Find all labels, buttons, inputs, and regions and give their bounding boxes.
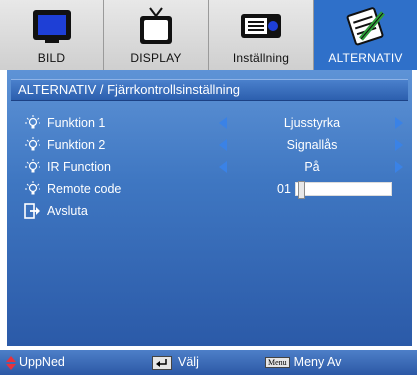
- row-value: Signallås: [286, 138, 338, 152]
- row-label: Remote code: [47, 182, 122, 196]
- row-value: Ljusstyrka: [283, 116, 341, 130]
- menu-row-funktion-2[interactable]: Funktion 2 Signallås: [7, 135, 412, 155]
- row-label: Avsluta: [47, 204, 88, 218]
- left-arrow-icon[interactable]: [219, 117, 227, 129]
- bulb-icon: [25, 181, 40, 195]
- menu-off-label: Meny Av: [293, 355, 342, 369]
- exit-icon: [24, 203, 40, 219]
- row-value: På: [304, 160, 320, 174]
- left-arrow-icon[interactable]: [219, 161, 227, 173]
- panel-title-bar: ALTERNATIV / Fjärrkontrollsinställning: [11, 79, 408, 101]
- tab-bar: BILD DISPLAY Inställning ALTERNATIV: [0, 0, 417, 70]
- tab-label: DISPLAY: [130, 51, 182, 65]
- slider-value: 01: [277, 182, 291, 196]
- updown-hint: UppNed: [6, 355, 65, 370]
- right-arrow-icon[interactable]: [395, 161, 403, 173]
- projector-icon: [231, 6, 291, 46]
- bulb-icon: [25, 159, 40, 173]
- menu-row-ir-function[interactable]: IR Function På: [7, 157, 412, 177]
- tab-bild[interactable]: BILD: [0, 0, 104, 70]
- bulb-icon: [25, 137, 40, 151]
- slider-knob[interactable]: [298, 181, 305, 199]
- menu-row-remote-code[interactable]: Remote code 01: [7, 179, 412, 199]
- updown-label: UppNed: [19, 355, 65, 369]
- menu-key-icon: Menu: [265, 357, 290, 369]
- tab-installning[interactable]: Inställning: [209, 0, 314, 70]
- settings-panel: ALTERNATIV / Fjärrkontrollsinställning F…: [7, 70, 412, 346]
- tab-display[interactable]: DISPLAY: [104, 0, 209, 70]
- right-arrow-icon[interactable]: [395, 117, 403, 129]
- notepad-pen-icon: [336, 6, 396, 46]
- tv-icon: [126, 6, 186, 46]
- enter-key-icon: [152, 355, 172, 370]
- select-hint: Välj: [152, 355, 199, 370]
- menu-row-funktion-1[interactable]: Funktion 1 Ljusstyrka: [7, 113, 412, 133]
- tab-label: BILD: [37, 51, 66, 65]
- updown-arrow-icon: [6, 355, 16, 370]
- row-label: IR Function: [47, 160, 111, 174]
- monitor-icon: [22, 6, 82, 46]
- bulb-icon: [25, 115, 40, 129]
- row-label: Funktion 1: [47, 116, 106, 130]
- tab-label: Inställning: [232, 51, 290, 65]
- row-label: Funktion 2: [47, 138, 106, 152]
- tab-alternativ[interactable]: ALTERNATIV: [314, 0, 417, 70]
- menu-row-avsluta[interactable]: Avsluta: [7, 201, 412, 221]
- menu-off-hint: Menu Meny Av: [265, 355, 341, 369]
- footer-hint-bar: UppNed Välj Menu Meny Av: [0, 350, 417, 375]
- page-title: ALTERNATIV / Fjärrkontrollsinställning: [18, 82, 241, 97]
- remote-code-slider[interactable]: [295, 181, 392, 199]
- select-label: Välj: [178, 355, 199, 369]
- left-arrow-icon[interactable]: [219, 139, 227, 151]
- right-arrow-icon[interactable]: [395, 139, 403, 151]
- tab-label: ALTERNATIV: [328, 51, 403, 65]
